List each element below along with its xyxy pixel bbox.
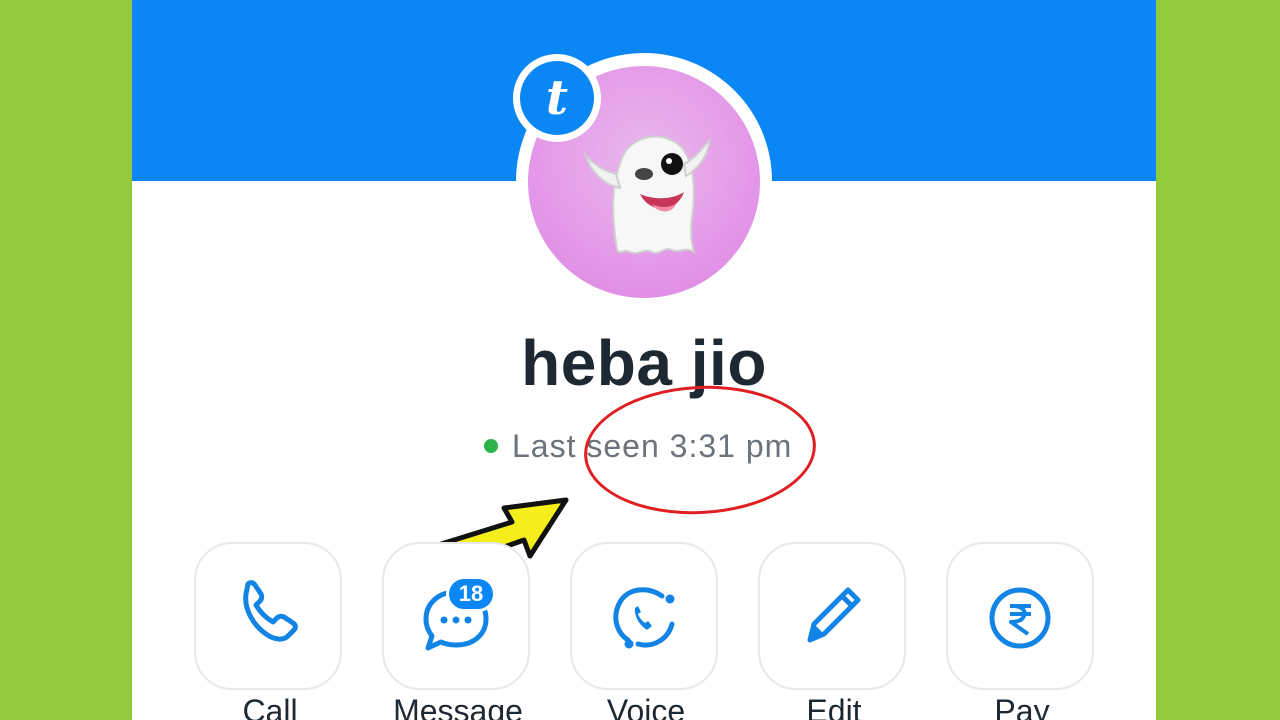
- ghost-emoji-icon: [583, 135, 712, 255]
- message-button[interactable]: [382, 542, 530, 690]
- highlight-ellipse: [580, 380, 820, 520]
- pay-label: Pay: [994, 693, 1050, 720]
- pencil-icon: [807, 587, 861, 643]
- online-dot-icon: [484, 439, 498, 453]
- rupee-icon: [989, 587, 1051, 649]
- app-logo-icon: t: [520, 61, 594, 135]
- pay-button[interactable]: [946, 542, 1094, 690]
- contact-name: heba jio: [521, 327, 767, 399]
- profile-screen: t heba jio Last seen 3:31 pm Call Messag…: [132, 0, 1156, 720]
- edit-button[interactable]: [758, 542, 906, 690]
- call-button[interactable]: [194, 542, 342, 690]
- unread-count-badge: 18: [446, 576, 496, 612]
- voice-icon: [613, 587, 675, 649]
- message-icon: [423, 589, 489, 651]
- message-label: Message: [393, 693, 523, 720]
- phone-icon: [243, 580, 298, 642]
- voice-label: Voice: [606, 693, 686, 720]
- call-label: Call: [242, 693, 298, 720]
- voice-button[interactable]: [570, 542, 718, 690]
- edit-label: Edit: [806, 693, 862, 720]
